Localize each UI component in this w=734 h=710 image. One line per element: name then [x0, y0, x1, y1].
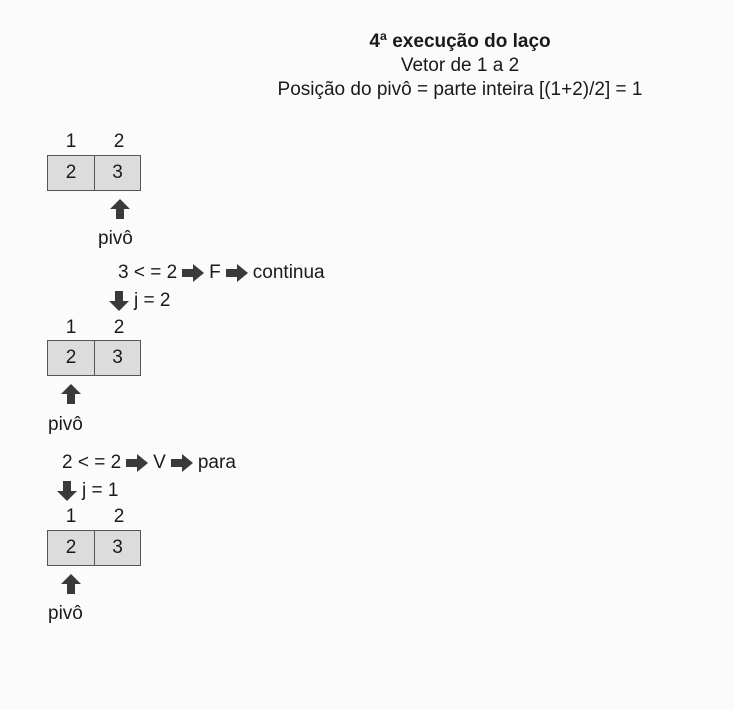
down-arrow-icon [57, 481, 77, 501]
array-cell: 2 [48, 341, 94, 375]
comparison-result: V [153, 452, 166, 473]
comparison-text: 2 < = 2 [62, 452, 122, 473]
diagram-title: 4ª execução do laço [369, 31, 551, 52]
array-cell: 2 [48, 156, 94, 190]
array-box: 2 3 [47, 340, 141, 376]
index-label: 1 [65, 506, 77, 527]
j-update: j = 2 [108, 290, 170, 312]
up-arrow-icon [61, 384, 81, 404]
right-arrow-icon [225, 264, 248, 282]
right-arrow-icon [170, 454, 193, 472]
diagram-subtitle: Vetor de 1 a 2 [400, 55, 520, 76]
j-update: j = 1 [56, 480, 118, 502]
right-arrow-icon [126, 454, 149, 472]
array-box: 2 3 [47, 155, 141, 191]
pivot-label: pivô [48, 603, 83, 624]
j-value: j = 1 [82, 480, 119, 501]
up-arrow-icon [61, 574, 81, 594]
index-label: 2 [113, 506, 125, 527]
pivot-formula: Posição do pivô = parte inteira [(1+2)/2… [277, 79, 643, 100]
comparison-step: 2 < = 2 V para [62, 452, 236, 474]
up-arrow-icon [110, 199, 130, 219]
array-box: 2 3 [47, 530, 141, 566]
pivot-label: pivô [48, 414, 83, 435]
down-arrow-icon [109, 291, 129, 311]
comparison-result: F [209, 262, 221, 283]
comparison-text: 3 < = 2 [118, 262, 178, 283]
array-cell: 2 [48, 531, 94, 565]
index-label: 2 [113, 131, 125, 152]
pivot-label: pivô [98, 228, 133, 249]
array-cell: 3 [94, 531, 140, 565]
right-arrow-icon [182, 264, 205, 282]
comparison-step: 3 < = 2 F continua [118, 262, 325, 284]
array-cell: 3 [94, 156, 140, 190]
diagram-header: 4ª execução do laço Vetor de 1 a 2 Posiç… [190, 30, 730, 102]
array-cell: 3 [94, 341, 140, 375]
index-label: 1 [65, 131, 77, 152]
index-label: 1 [65, 317, 77, 338]
j-value: j = 2 [134, 290, 171, 311]
comparison-action: continua [252, 262, 325, 283]
comparison-action: para [197, 452, 236, 473]
index-label: 2 [113, 317, 125, 338]
